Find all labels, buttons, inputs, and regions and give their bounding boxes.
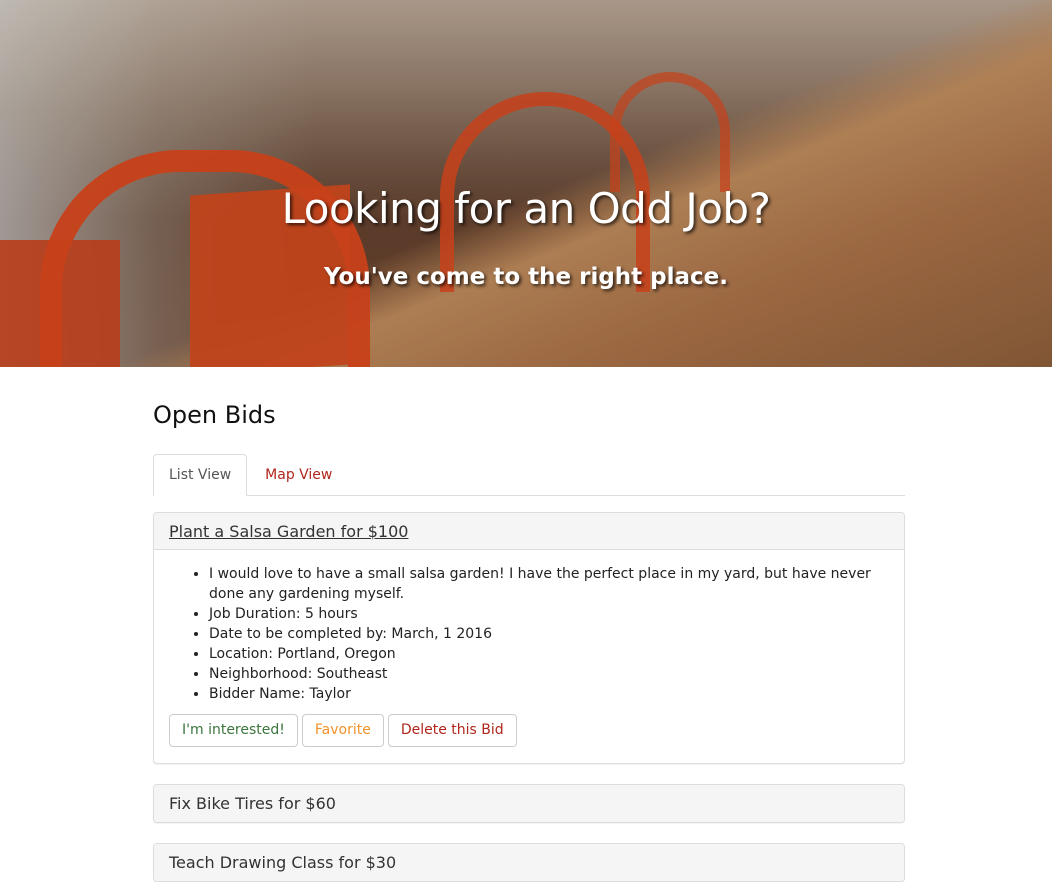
- bid-duration: Job Duration: 5 hours: [209, 604, 889, 624]
- main-content: Open Bids List View Map View Plant a Sal…: [153, 367, 905, 882]
- bid-due-date: Date to be completed by: March, 1 2016: [209, 624, 889, 644]
- bid-description: I would love to have a small salsa garde…: [209, 564, 889, 604]
- bid-panel-heading[interactable]: Fix Bike Tires for $60: [154, 785, 904, 822]
- bid-details-list: I would love to have a small salsa garde…: [169, 564, 889, 704]
- bid-panel-body: I would love to have a small salsa garde…: [154, 550, 904, 763]
- bid-actions: I'm interested! Favorite Delete this Bid: [169, 714, 889, 747]
- tab-map-view[interactable]: Map View: [249, 454, 348, 496]
- bid-bidder-name: Bidder Name: Taylor: [209, 684, 889, 704]
- bid-panel-heading[interactable]: Teach Drawing Class for $30: [154, 844, 904, 881]
- bid-title[interactable]: Teach Drawing Class for $30: [169, 853, 396, 872]
- tab-list-view[interactable]: List View: [153, 454, 248, 496]
- bid-panel: Teach Drawing Class for $30: [153, 843, 905, 882]
- bid-panel: Plant a Salsa Garden for $100 I would lo…: [153, 512, 905, 764]
- view-tabs: List View Map View: [153, 454, 905, 496]
- bid-panel: Fix Bike Tires for $60: [153, 784, 905, 823]
- bid-title[interactable]: Fix Bike Tires for $60: [169, 794, 336, 813]
- bid-title-link[interactable]: Plant a Salsa Garden for $100: [169, 522, 408, 541]
- hero-title: Looking for an Odd Job?: [281, 184, 771, 233]
- section-title: Open Bids: [153, 401, 276, 429]
- hero-banner: Looking for an Odd Job? You've come to t…: [0, 0, 1052, 367]
- favorite-button[interactable]: Favorite: [301, 714, 384, 747]
- hero-subtitle: You've come to the right place.: [323, 264, 729, 290]
- bid-neighborhood: Neighborhood: Southeast: [209, 664, 889, 684]
- delete-bid-button[interactable]: Delete this Bid: [387, 714, 517, 747]
- bid-panel-heading: Plant a Salsa Garden for $100: [154, 513, 904, 550]
- interested-button[interactable]: I'm interested!: [169, 714, 298, 747]
- bid-location: Location: Portland, Oregon: [209, 644, 889, 664]
